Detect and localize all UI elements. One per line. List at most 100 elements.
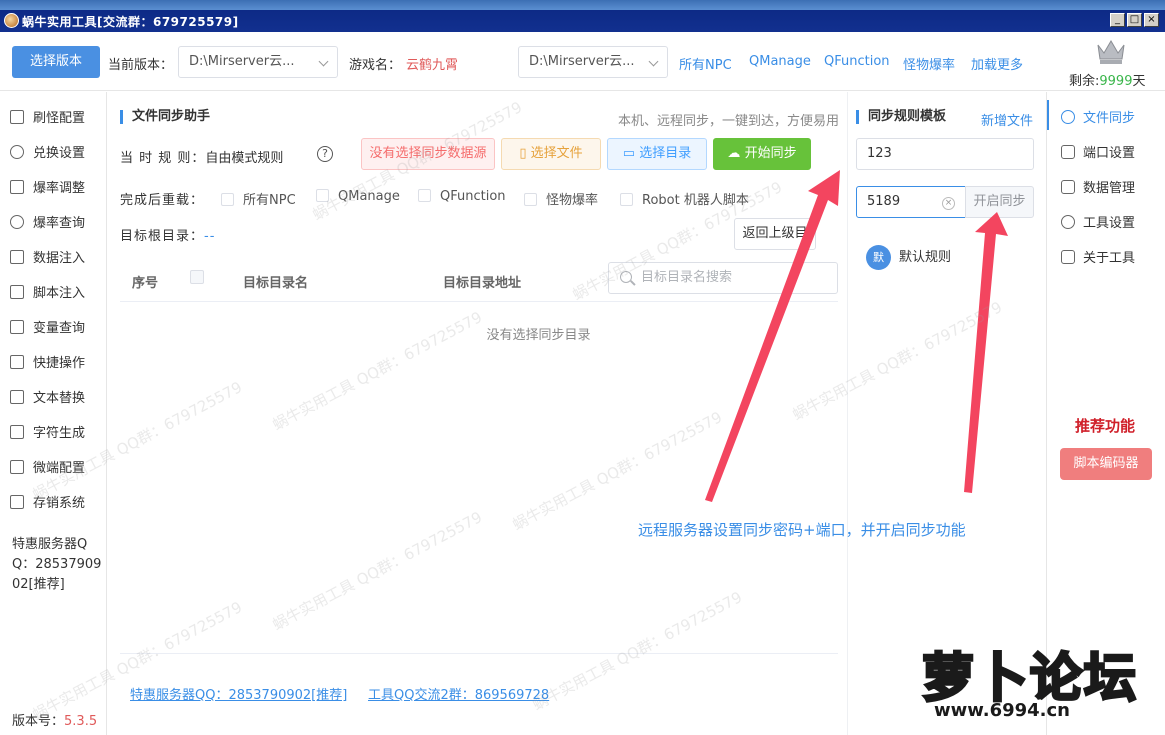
remaining-days: 剩余:9999天 <box>1069 70 1146 89</box>
sync-password-input[interactable]: 123 <box>856 138 1034 170</box>
maximize-button[interactable]: □ <box>1127 13 1142 27</box>
nav-file-sync[interactable]: 文件同步 <box>1061 107 1135 126</box>
sidebar-item-label: 变量查询 <box>33 321 86 336</box>
cat-icon <box>10 110 24 124</box>
annotation-text: 远程服务器设置同步密码+端口，并开启同步功能 <box>638 521 966 539</box>
select-directory-button[interactable]: ▭ 选择目录 <box>607 138 707 170</box>
reload-checkbox-droprate[interactable]: 怪物爆率 <box>524 189 598 208</box>
left-sidebar: 刷怪配置 兑换设置 爆率调整 爆率查询 数据注入 脚本注入 变量查询 快捷操作 … <box>0 92 107 735</box>
col-dir-path: 目标目录地址 <box>443 276 522 291</box>
root-dir-row: 目标根目录：-- <box>120 225 215 244</box>
qq-group-link[interactable]: 工具QQ交流2群：869569728 <box>368 684 549 703</box>
link-load-more[interactable]: 加载更多 <box>971 54 1023 73</box>
back-to-parent-button[interactable]: 返回上级目 <box>734 218 816 250</box>
help-icon[interactable]: ? <box>317 146 333 162</box>
reload-label: 完成后重载： <box>120 193 205 208</box>
select-file-label: 选择文件 <box>530 146 583 161</box>
checkbox-label: 怪物爆率 <box>546 193 599 208</box>
cloud-upload-icon: ☁ <box>727 146 745 161</box>
flask-icon <box>10 460 24 474</box>
checkbox[interactable] <box>418 189 431 202</box>
script-encoder-button[interactable]: 脚本编码器 <box>1060 448 1152 480</box>
nav-tool-settings[interactable]: 工具设置 <box>1061 212 1135 231</box>
cloud-upload-icon <box>1061 110 1075 124</box>
default-rule-item[interactable]: 默默认规则 <box>866 245 951 271</box>
select-directory-label: 选择目录 <box>639 146 692 161</box>
gear-icon <box>1061 215 1075 229</box>
sidebar-item-label: 数据注入 <box>33 251 86 266</box>
game-name-label: 游戏名： <box>349 58 402 73</box>
path-select[interactable]: D:\Mirserver云... <box>518 46 668 78</box>
select-file-button[interactable]: ▯ 选择文件 <box>501 138 601 170</box>
store-icon <box>10 495 24 509</box>
select-version-button[interactable]: 选择版本 <box>12 46 100 78</box>
sidebar-item-text-replace[interactable]: 文本替换 <box>10 387 85 407</box>
folder-icon: ▭ <box>622 146 640 161</box>
sidebar-item-label: 文本替换 <box>33 391 86 406</box>
chevron-down-icon <box>318 56 329 67</box>
nav-label: 文件同步 <box>1083 111 1136 126</box>
crown-icon <box>1097 40 1125 64</box>
sidebar-item-char-gen[interactable]: 字符生成 <box>10 422 85 442</box>
link-monster-droprate[interactable]: 怪物爆率 <box>903 54 955 73</box>
checkbox-label: 所有NPC <box>243 193 296 208</box>
minimize-button[interactable]: _ <box>1110 13 1125 27</box>
forum-logo: 萝卜论坛 www.6994.cn <box>912 628 1152 728</box>
grid-icon <box>10 250 24 264</box>
reload-checkbox-all-npc[interactable]: 所有NPC <box>221 189 296 208</box>
promo-server-link[interactable]: 特惠服务器QQ：2853790902[推荐] <box>130 684 347 703</box>
nav-about-tool[interactable]: 关于工具 <box>1061 247 1135 266</box>
sidebar-item-droprate-query[interactable]: 爆率查询 <box>10 212 85 232</box>
clear-icon[interactable]: × <box>942 197 955 210</box>
table-header: 序号 目标目录名 目标目录地址 目标目录名搜索 <box>120 260 838 302</box>
sidebar-item-script-inject[interactable]: 脚本注入 <box>10 282 85 302</box>
col-index: 序号 <box>132 276 159 291</box>
sidebar-item-exchange[interactable]: 兑换设置 <box>10 142 85 162</box>
remaining-unit: 天 <box>1132 74 1146 89</box>
search-placeholder: 目标目录名搜索 <box>641 270 733 285</box>
sidebar-item-label: 脚本注入 <box>33 286 86 301</box>
current-version-value: D:\Mirserver云... <box>189 54 295 69</box>
link-qfunction[interactable]: QFunction <box>824 54 890 69</box>
nav-data-management[interactable]: 数据管理 <box>1061 177 1135 196</box>
nav-port-settings[interactable]: 端口设置 <box>1061 142 1135 161</box>
search-icon <box>10 215 24 229</box>
link-all-npc[interactable]: 所有NPC <box>679 54 732 73</box>
rule-row: 当 时 规 则：自由模式规则 <box>120 147 283 166</box>
nav-label: 端口设置 <box>1083 146 1136 161</box>
sidebar-item-label: 快捷操作 <box>33 356 86 371</box>
snail-app-icon <box>4 13 19 28</box>
checkbox[interactable] <box>620 193 633 206</box>
sync-port-input[interactable]: 5189 × <box>856 186 966 218</box>
sidebar-item-data-inject[interactable]: 数据注入 <box>10 247 85 267</box>
sidebar-item-quick-actions[interactable]: 快捷操作 <box>10 352 85 372</box>
text-icon <box>10 390 24 404</box>
sidebar-item-monster-config[interactable]: 刷怪配置 <box>10 107 85 127</box>
sidebar-item-label: 爆率调整 <box>33 181 86 196</box>
recommend-title: 推荐功能 <box>1075 417 1136 435</box>
folder-icon <box>10 355 24 369</box>
sidebar-item-droprate-adjust[interactable]: 爆率调整 <box>10 177 85 197</box>
port-value: 5189 <box>867 194 901 209</box>
path-select-value: D:\Mirserver云... <box>529 54 635 69</box>
link-qmanage[interactable]: QManage <box>749 54 811 69</box>
sidebar-item-label: 刷怪配置 <box>33 111 86 126</box>
current-version-select[interactable]: D:\Mirserver云... <box>178 46 338 78</box>
checkbox[interactable] <box>524 193 537 206</box>
enable-sync-button[interactable]: 开启同步 <box>965 186 1034 218</box>
logo-url: www.6994.cn <box>934 700 1070 721</box>
remaining-value: 9999 <box>1099 74 1133 89</box>
root-dir-value: -- <box>204 229 216 244</box>
sidebar-item-variable-query[interactable]: 变量查询 <box>10 317 85 337</box>
lock-icon <box>10 425 24 439</box>
close-button[interactable]: × <box>1144 13 1159 27</box>
current-version-label: 当前版本： <box>108 58 174 73</box>
start-sync-button[interactable]: ☁ 开始同步 <box>713 138 811 170</box>
select-all-checkbox[interactable] <box>190 270 204 284</box>
version-value: 5.3.5 <box>64 714 98 729</box>
new-file-link[interactable]: 新增文件 <box>981 110 1033 129</box>
checkbox[interactable] <box>221 193 234 206</box>
reload-checkbox-qfunction[interactable]: QFunction <box>418 189 506 204</box>
box-icon <box>10 180 24 194</box>
table-empty-text: 没有选择同步目录 <box>486 328 591 343</box>
